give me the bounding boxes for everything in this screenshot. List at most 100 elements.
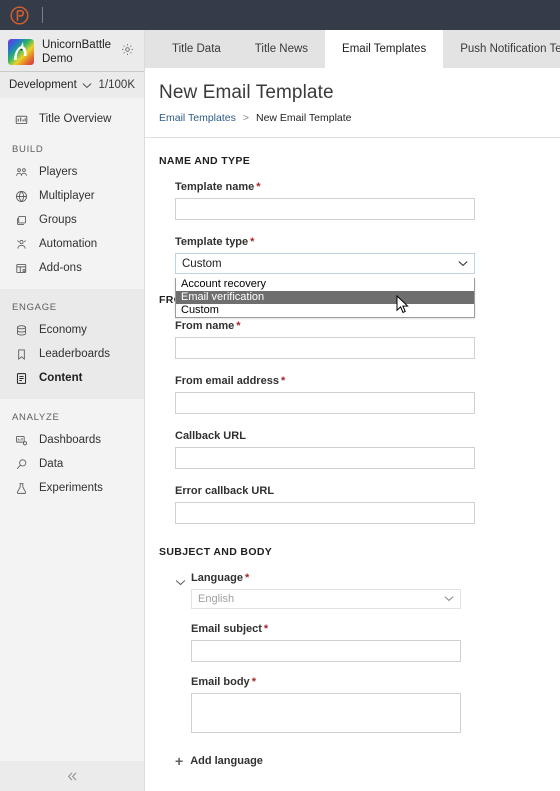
section-from: FROM From name* From email address* (159, 294, 560, 524)
template-type-value: Custom (182, 257, 222, 270)
automation-icon (13, 236, 30, 252)
sidebar-item-label: Content (39, 372, 83, 384)
field-email-body: Email body * (191, 676, 560, 738)
language-collapse-toggle[interactable] (175, 573, 191, 591)
from-name-label: From name * (175, 320, 560, 332)
sidebar-item-groups[interactable]: Groups (0, 208, 144, 232)
plus-icon: + (175, 753, 184, 769)
sidebar-item-label: Dashboards (39, 434, 102, 446)
field-from-name: From name * (175, 320, 560, 359)
label-text: Email subject (191, 623, 262, 635)
sidebar-item-experiments[interactable]: Experiments (0, 476, 144, 500)
players-icon (13, 164, 30, 180)
sidebar-item-label: Groups (39, 214, 77, 226)
email-template-form: NAME AND TYPE Template name * Template ty… (145, 138, 560, 791)
economy-icon (13, 322, 30, 338)
tab-title-data[interactable]: Title Data (155, 30, 238, 68)
required-asterisk: * (280, 375, 286, 387)
page-title: New Email Template (159, 82, 334, 103)
tab-bar: Title Data Title News Email Templates Pu… (145, 30, 560, 68)
callback-url-label: Callback URL (175, 430, 246, 442)
tab-email-templates[interactable]: Email Templates (325, 30, 444, 68)
from-email-address-input[interactable] (175, 392, 475, 414)
error-callback-url-label: Error callback URL (175, 485, 275, 497)
sidebar-item-label: Economy (39, 324, 87, 336)
error-callback-url-input[interactable] (175, 502, 475, 524)
dropdown-option-account-recovery[interactable]: Account recovery (176, 278, 474, 291)
content-icon (13, 370, 30, 386)
email-subject-input[interactable] (191, 640, 461, 662)
app-root: UnicornBattle Demo Development 1/100K Ti… (0, 0, 560, 791)
sidebar-item-title-overview[interactable]: Title Overview (0, 107, 144, 131)
title-card[interactable]: UnicornBattle Demo Development 1/100K (0, 30, 144, 98)
template-type-select[interactable]: Custom (175, 253, 475, 274)
callback-url-input[interactable] (175, 447, 475, 469)
page-header: New Email Template Email Templates > New… (145, 68, 560, 124)
dropdown-option-email-verification[interactable]: Email verification (176, 291, 474, 304)
leaderboards-icon (13, 346, 30, 362)
sidebar-item-label: Title Overview (39, 113, 112, 125)
add-language-label: Add language (190, 755, 263, 767)
environment-label: Development (9, 79, 77, 91)
sidebar-item-add-ons[interactable]: Add-ons (0, 256, 144, 280)
field-template-type: Template type * Custom Account recovery E… (175, 236, 560, 318)
language-label: Language * (191, 572, 560, 584)
language-select[interactable]: English (191, 589, 461, 609)
tab-push-notification-templates[interactable]: Push Notification Templates (443, 30, 560, 68)
label-text: From name (175, 320, 235, 332)
breadcrumb-current: New Email Template (255, 112, 352, 124)
sidebar-item-data[interactable]: Data (0, 452, 144, 476)
sidebar-collapse-button[interactable] (0, 761, 144, 791)
environment-selector[interactable]: Development 1/100K (0, 71, 144, 98)
email-body-textarea[interactable] (191, 693, 461, 733)
sidebar-item-label: Multiplayer (39, 190, 95, 202)
content-pane: New Email Template Email Templates > New… (145, 68, 560, 791)
globe-icon (13, 188, 30, 204)
language-fields: Language * English Email subject * Email… (191, 572, 560, 738)
from-email-address-label: From email address * (175, 375, 560, 387)
sidebar-item-dashboards[interactable]: Dashboards (0, 428, 144, 452)
groups-icon (13, 212, 30, 228)
breadcrumb-link-email-templates[interactable]: Email Templates (159, 112, 236, 124)
tab-title-news[interactable]: Title News (238, 30, 325, 68)
playfab-logo-icon[interactable] (4, 0, 34, 30)
template-name-input[interactable] (175, 198, 475, 220)
sidebar-group-analyze: ANALYZE Dashboards Data Experiments (0, 399, 144, 500)
required-asterisk: * (250, 236, 255, 248)
add-language-button[interactable]: + Add language (175, 754, 560, 768)
main-content: Title Data Title News Email Templates Pu… (145, 30, 560, 791)
template-type-dropdown-list[interactable]: Account recovery Email verification Cust… (175, 278, 475, 318)
sidebar-item-multiplayer[interactable]: Multiplayer (0, 184, 144, 208)
sidebar-item-content[interactable]: Content (0, 366, 144, 390)
sidebar-item-label: Leaderboards (39, 348, 110, 360)
sidebar-nav: Title Overview BUILD Players Multiplayer… (0, 98, 144, 500)
language-placeholder: English (198, 593, 235, 605)
addons-icon (13, 260, 30, 276)
sidebar-item-leaderboards[interactable]: Leaderboards (0, 342, 144, 366)
label-text: Template name (175, 181, 255, 193)
required-asterisk: * (244, 572, 250, 584)
sidebar-group-heading: ENGAGE (12, 302, 57, 313)
sidebar-item-automation[interactable]: Automation (0, 232, 144, 256)
sidebar-item-economy[interactable]: Economy (0, 318, 144, 342)
template-name-label: Template name * (175, 181, 560, 193)
title-name: UnicornBattle Demo (42, 39, 112, 65)
field-callback-url: Callback URL (175, 430, 560, 469)
environment-count: 1/100K (98, 79, 135, 91)
label-text: From email address (175, 375, 279, 387)
sidebar-item-players[interactable]: Players (0, 160, 144, 184)
title-overview-icon (13, 111, 30, 127)
gear-icon[interactable] (118, 40, 136, 58)
sidebar-item-label: Automation (39, 238, 98, 250)
required-asterisk: * (263, 623, 269, 635)
required-asterisk: * (256, 181, 261, 193)
dropdown-option-custom[interactable]: Custom (176, 304, 474, 317)
topbar-divider (42, 7, 43, 23)
from-name-input[interactable] (175, 337, 475, 359)
field-from-email-address: From email address * (175, 375, 560, 414)
experiments-icon (13, 480, 30, 496)
breadcrumb: Email Templates > New Email Template (159, 112, 560, 124)
field-error-callback-url: Error callback URL (175, 485, 560, 524)
data-icon (13, 456, 30, 472)
dashboards-icon (13, 432, 30, 448)
